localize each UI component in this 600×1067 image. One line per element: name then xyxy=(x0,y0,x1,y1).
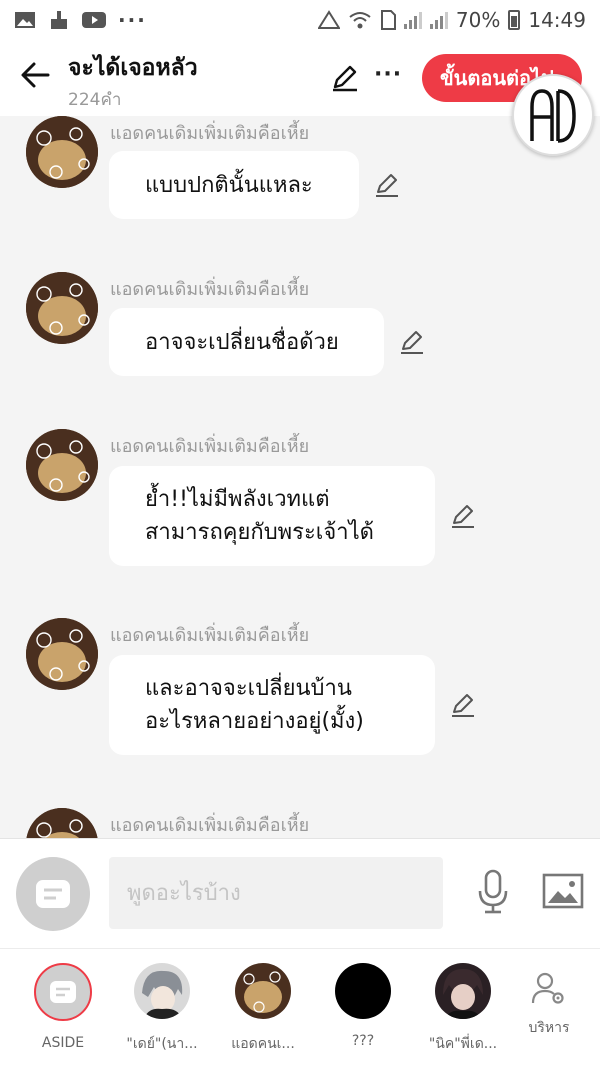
signal-2-icon xyxy=(429,11,448,29)
manage-user-icon xyxy=(531,972,564,1004)
chapter-title: จะได้เจอหลัว xyxy=(68,55,198,81)
character-avatar xyxy=(235,963,291,1019)
character-avatar xyxy=(134,963,190,1019)
tab-label: ASIDE xyxy=(41,1035,85,1051)
message-bubble[interactable]: อาจจะเปลี่ยนชื่อด้วย xyxy=(109,308,384,376)
author-avatar[interactable] xyxy=(26,272,98,344)
tab-label: "เดย์"(นา... xyxy=(126,1036,198,1052)
edit-message-icon[interactable] xyxy=(374,172,400,198)
tab-label: บริหาร xyxy=(528,1020,570,1036)
tab-aside[interactable]: ASIDE xyxy=(13,963,113,1051)
tab-character[interactable]: "เดย์"(นา... xyxy=(112,963,212,1055)
edit-title-icon[interactable] xyxy=(330,62,360,92)
cleaner-notification-icon xyxy=(51,11,67,29)
aside-avatar xyxy=(34,963,92,1021)
edit-message-icon[interactable] xyxy=(399,329,425,355)
aside-icon xyxy=(36,880,70,908)
sender-name: แอดคนเดิมเพิ่มเติมคือเหี้ย xyxy=(110,123,310,144)
tab-character[interactable]: "นิค"พี่เด... xyxy=(413,963,513,1055)
ad-logo-badge[interactable] xyxy=(512,74,594,156)
status-more-dots: ··· xyxy=(118,8,147,32)
message-text-line: และอาจจะเปลี่ยนบ้าน xyxy=(145,676,352,701)
message-text-line: สามารถคุยกับพระเจ้าได้ xyxy=(145,520,374,545)
sender-name: แอดคนเดิมเพิ่มเติมคือเหี้ย xyxy=(110,815,310,836)
status-bar: ··· 70% 14:49 xyxy=(0,0,600,40)
message-bubble[interactable]: แบบปกตินั้นแหละ xyxy=(109,151,359,219)
edit-message-icon[interactable] xyxy=(450,692,476,718)
author-avatar[interactable] xyxy=(26,618,98,690)
character-avatar xyxy=(435,963,491,1019)
image-upload-icon[interactable] xyxy=(542,873,584,909)
wifi-icon xyxy=(349,12,371,29)
character-avatar xyxy=(335,963,391,1019)
edit-message-icon[interactable] xyxy=(450,503,476,529)
tab-manage[interactable]: บริหาร xyxy=(499,971,599,1039)
chapter-header: จะได้เจอหลัว 224คำ ··· ขั้นตอนต่อไป xyxy=(0,40,600,116)
message-bubble[interactable]: ย้ำ!!ไม่มีพลังเวทแต่ สามารถคุยกับพระเจ้า… xyxy=(109,466,435,566)
message-text-line: ย้ำ!!ไม่มีพลังเวทแต่ xyxy=(145,487,330,512)
author-avatar[interactable] xyxy=(26,429,98,501)
character-bar: ASIDE "เดย์"(นา... แอดคนเ... ??? "นิค"พี… xyxy=(0,948,600,1067)
message-text-line: อะไรหลายอย่างอยู่(มั้ง) xyxy=(145,709,364,734)
microphone-icon[interactable] xyxy=(476,869,510,915)
tab-label: ??? xyxy=(351,1033,375,1049)
message-composer xyxy=(0,838,600,948)
sender-name: แอดคนเดิมเพิ่มเติมคือเหี้ย xyxy=(110,279,310,300)
data-saver-icon xyxy=(317,10,340,29)
youtube-notification-icon xyxy=(82,12,106,28)
author-avatar[interactable] xyxy=(26,808,98,838)
sender-name: แอดคนเดิมเพิ่มเติมคือเหี้ย xyxy=(110,436,310,457)
tab-character[interactable]: ??? xyxy=(313,963,413,1049)
clock: 14:49 xyxy=(528,8,586,32)
message-text: อาจจะเปลี่ยนชื่อด้วย xyxy=(145,329,339,355)
sender-name: แอดคนเดิมเพิ่มเติมคือเหี้ย xyxy=(110,625,310,646)
battery-percent: 70% xyxy=(455,8,501,32)
more-options-button[interactable]: ··· xyxy=(374,62,402,87)
tab-character[interactable]: แอดคนเ... xyxy=(213,963,313,1055)
tab-label: แอดคนเ... xyxy=(231,1036,295,1052)
aside-toggle-button[interactable] xyxy=(16,857,90,931)
message-input[interactable] xyxy=(109,857,443,929)
ad-logo-icon xyxy=(530,89,576,143)
sim-icon xyxy=(380,10,396,30)
gallery-notification-icon xyxy=(15,12,35,28)
chat-message-list[interactable]: แอดคนเดิมเพิ่มเติมคือเหี้ย แบบปกตินั้นแห… xyxy=(0,116,600,838)
author-avatar[interactable] xyxy=(26,116,98,188)
battery-icon xyxy=(508,10,521,30)
back-arrow-icon[interactable] xyxy=(18,58,52,92)
message-bubble[interactable]: และอาจจะเปลี่ยนบ้าน อะไรหลายอย่างอยู่(มั… xyxy=(109,655,435,755)
signal-1-icon xyxy=(403,11,422,29)
word-count: 224คำ xyxy=(68,90,122,110)
tab-label: "นิค"พี่เด... xyxy=(428,1036,498,1052)
message-text: แบบปกตินั้นแหละ xyxy=(145,172,313,198)
aside-icon xyxy=(50,981,76,1003)
